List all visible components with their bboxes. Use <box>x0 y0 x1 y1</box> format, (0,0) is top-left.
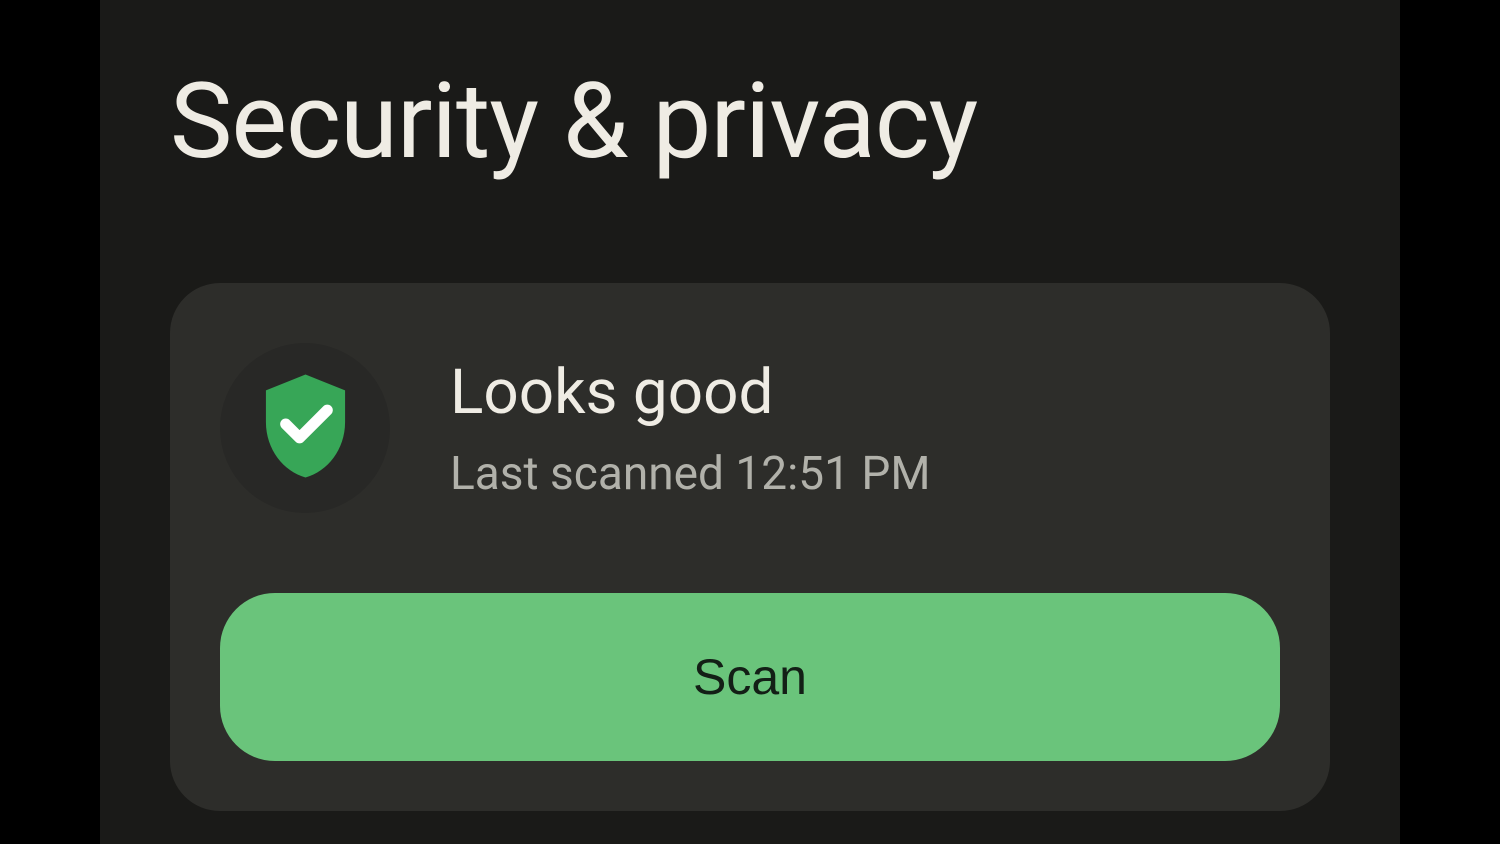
status-title: Looks good <box>450 356 931 429</box>
settings-screen: Security & privacy Looks good Last scann… <box>100 0 1400 844</box>
status-subtitle: Last scanned 12:51 PM <box>450 447 931 501</box>
scan-button[interactable]: Scan <box>220 593 1280 761</box>
page-title: Security & privacy <box>170 60 1330 183</box>
security-status-card: Looks good Last scanned 12:51 PM Scan <box>170 283 1330 811</box>
status-icon-circle <box>220 343 390 513</box>
status-row: Looks good Last scanned 12:51 PM <box>220 343 1280 513</box>
status-text-group: Looks good Last scanned 12:51 PM <box>450 356 931 501</box>
shield-check-icon <box>258 370 353 486</box>
